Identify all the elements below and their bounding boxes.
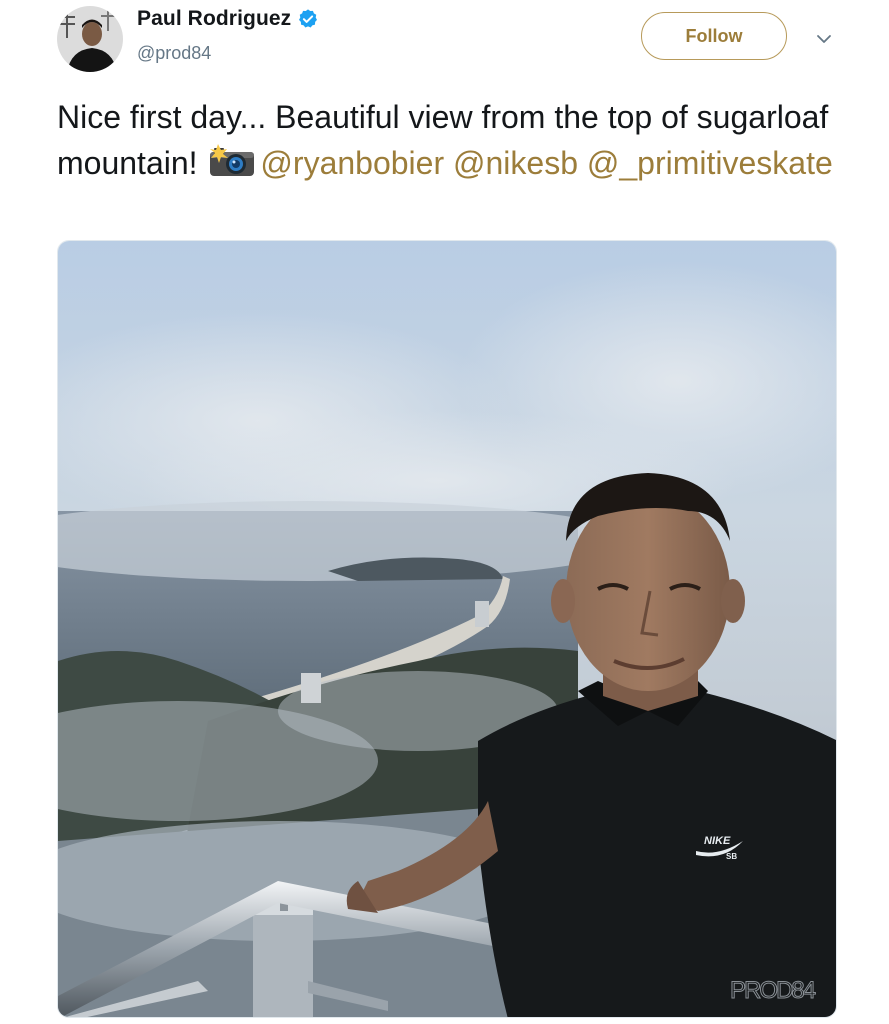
avatar-image: [57, 6, 123, 72]
tweet-card: Paul Rodriguez @prod84 Follow Nice first…: [0, 0, 889, 1024]
camera-with-flash-icon: [208, 144, 256, 178]
shirt-logo-text: NIKE: [704, 835, 731, 847]
shirt-logo-sb: SB: [726, 852, 737, 861]
chevron-down-icon[interactable]: [813, 28, 835, 50]
mention-ryanbobier[interactable]: @ryanbobier: [260, 145, 444, 181]
mention-nikesb[interactable]: @nikesb: [453, 145, 578, 181]
author-name-row[interactable]: Paul Rodriguez: [137, 7, 319, 31]
tweet-photo[interactable]: NIKE SB PROD84: [57, 240, 837, 1018]
author-handle[interactable]: @prod84: [137, 43, 211, 64]
photo-image: NIKE SB PROD84: [58, 241, 836, 1017]
display-name[interactable]: Paul Rodriguez: [137, 7, 291, 31]
mention-primitiveskate[interactable]: @_primitiveskate: [587, 145, 833, 181]
avatar[interactable]: [57, 6, 123, 72]
tweet-text: Nice first day... Beautiful view from th…: [57, 94, 857, 186]
watermark-text: PROD84: [730, 977, 816, 1004]
follow-button[interactable]: Follow: [641, 12, 787, 60]
verified-badge-icon: [297, 8, 319, 30]
